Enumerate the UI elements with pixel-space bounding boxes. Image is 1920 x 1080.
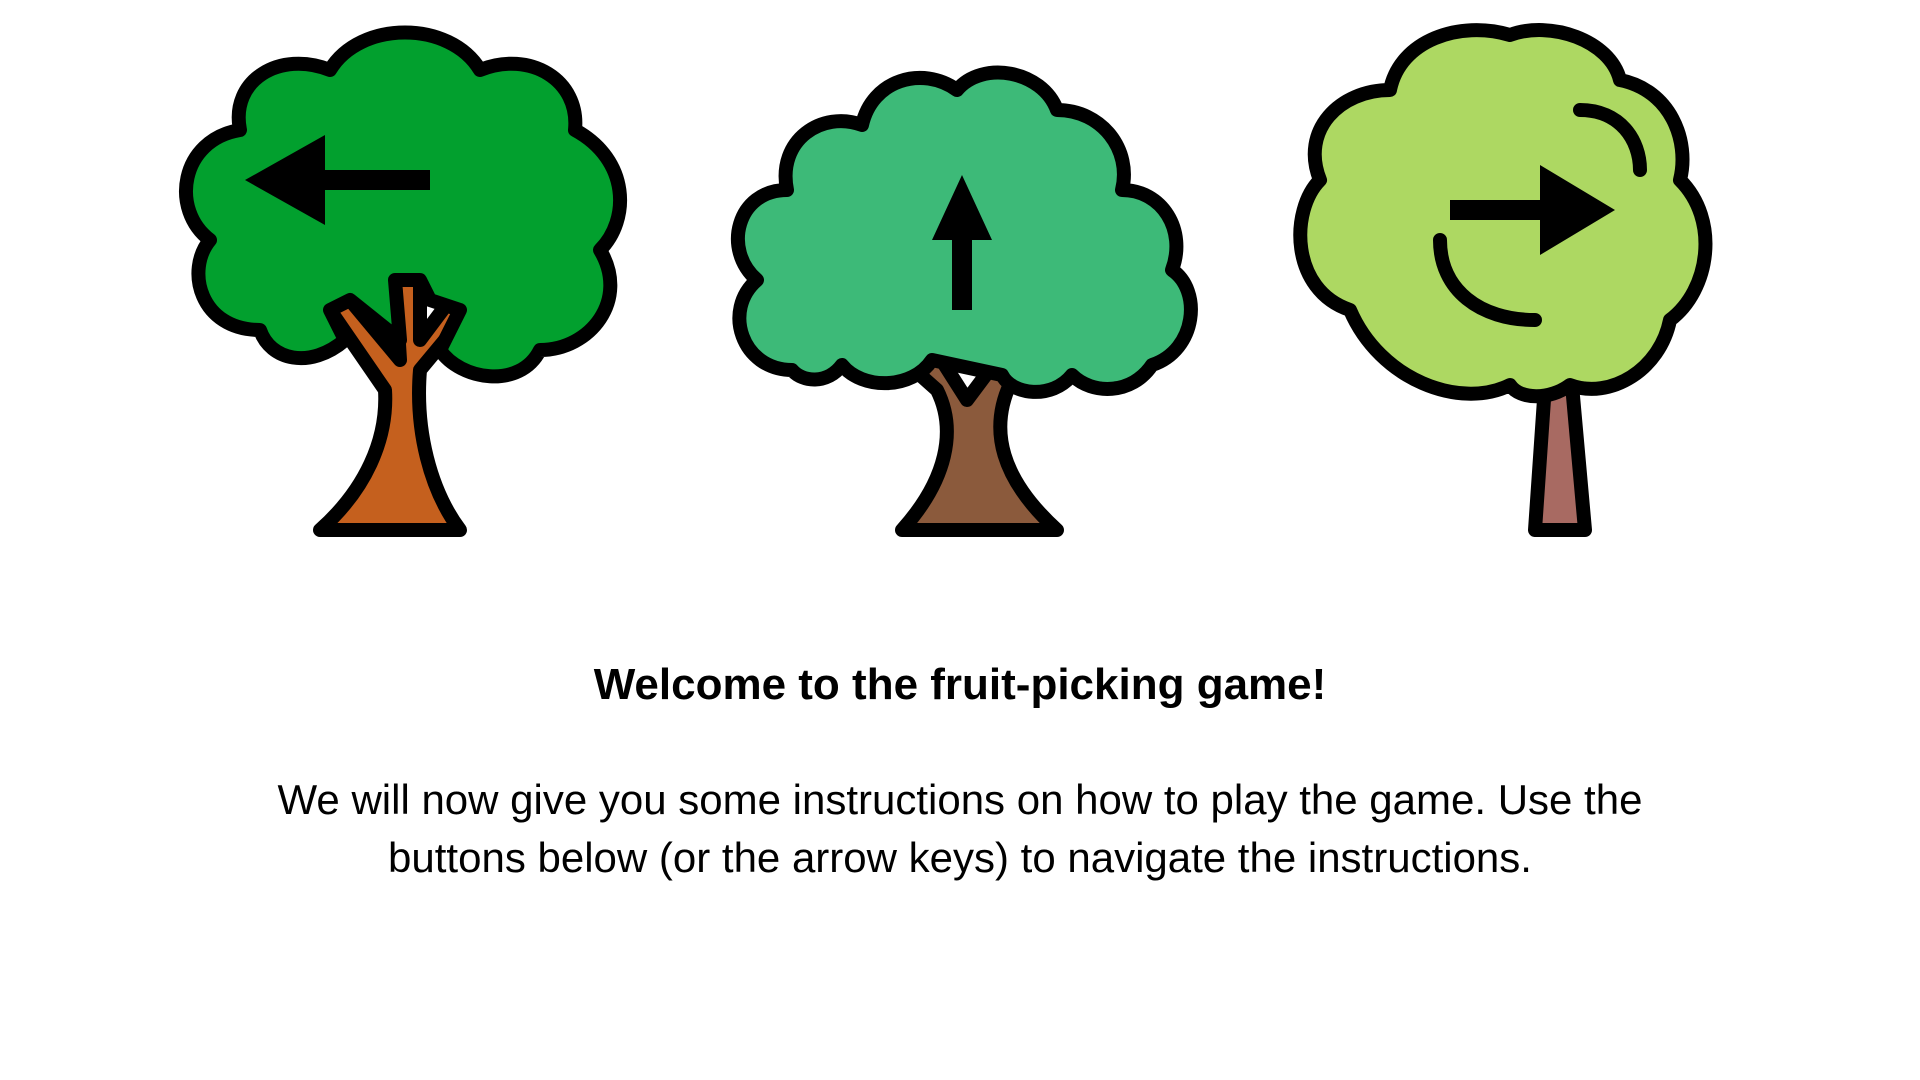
welcome-title: Welcome to the fruit-picking game! (593, 660, 1327, 709)
tree-middle-graphic (730, 65, 1198, 537)
instructions-panel: Welcome to the fruit-picking game! We wi… (0, 655, 1920, 887)
tree-right (1250, 10, 1810, 570)
tree-middle (682, 10, 1242, 570)
game-instruction-screen: Welcome to the fruit-picking game! We wi… (0, 0, 1920, 1080)
instructions-text: We will now give you some instructions o… (277, 776, 1643, 881)
tree-right-trunk (1528, 378, 1592, 537)
tree-left-graphic (179, 25, 627, 537)
tree-left-canopy (179, 25, 627, 384)
tree-right-graphic (1293, 23, 1713, 537)
tree-left (130, 10, 690, 570)
